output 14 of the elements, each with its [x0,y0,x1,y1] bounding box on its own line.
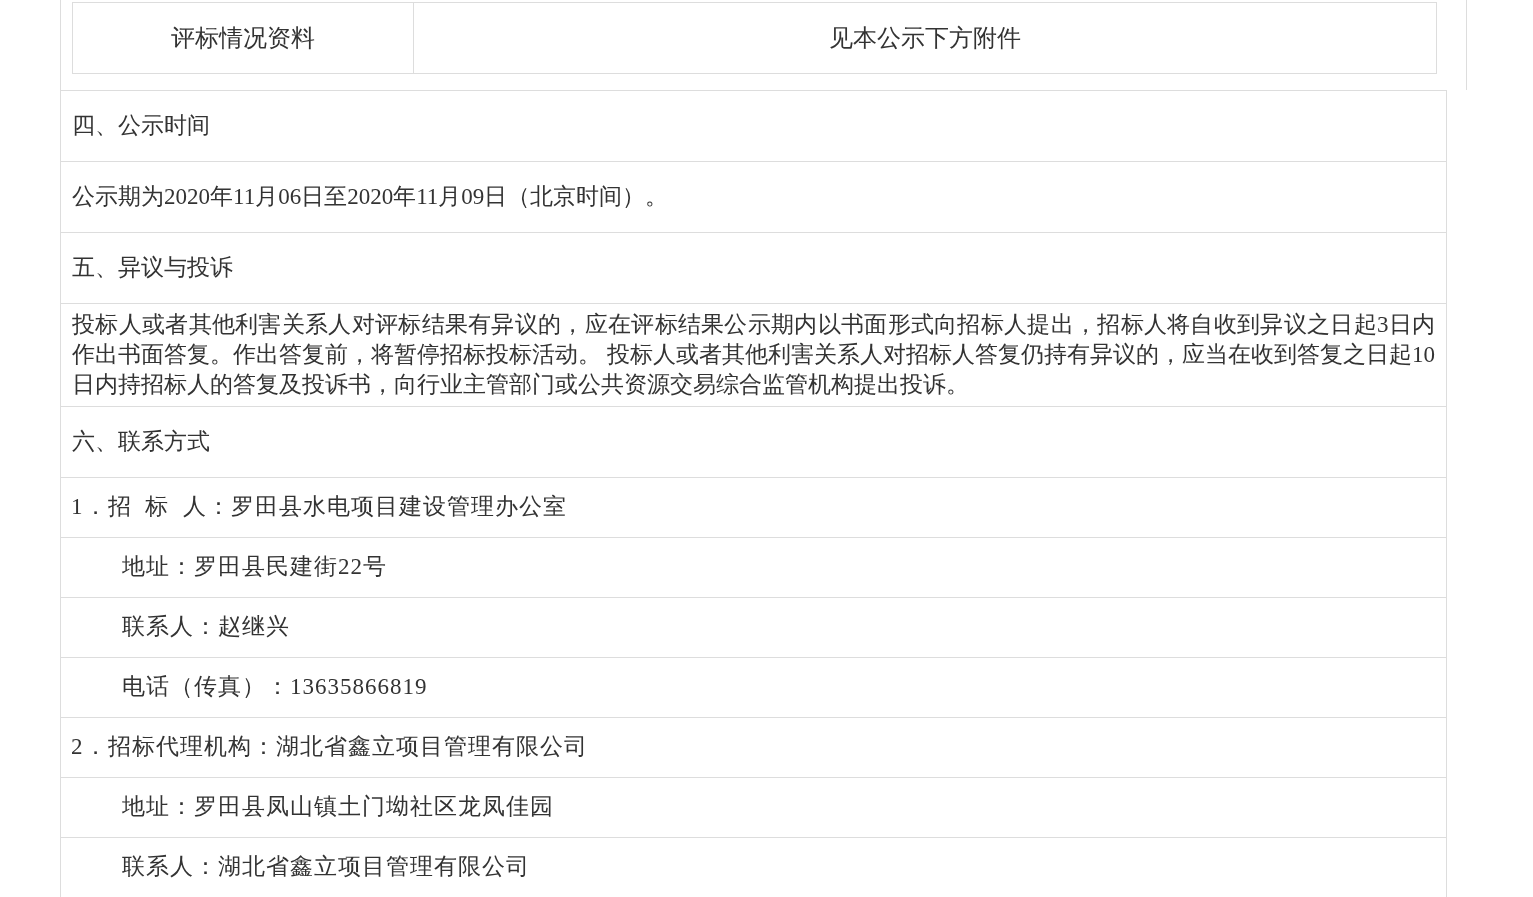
contact-line: 2．招标代理机构：湖北省鑫立项目管理有限公司 [71,733,588,762]
table-cell: 见本公示下方附件 [413,2,1437,74]
contact-line: 地址：罗田县凤山镇土门坳社区龙凤佳园 [122,793,554,822]
contact-line: 1．招 标 人：罗田县水电项目建设管理办公室 [71,493,567,522]
section-text: 四、公示时间 [72,111,210,140]
section-text: 六、联系方式 [72,427,210,456]
section-text: 五、异议与投诉 [72,253,233,282]
contact-line: 联系人：湖北省鑫立项目管理有限公司 [122,853,530,882]
contact-line: 电话（传真）：13635866819 [122,673,428,702]
contact-line: 地址：罗田县民建街22号 [122,553,387,582]
table-cell: 评标情况资料 [72,2,414,74]
notice-paragraph: 投标人或者其他利害关系人对评标结果有异议的，应在评标结果公示期内以书面形式向招标人提出，招标人将自收到异议之日起3日内作出书面答复。作出答复前，将暂停招标投标活动。 投标人或者其他利害关系人对招标人答复仍持有异议的，应当在收到答复之日起10日内持招标人的答复及投诉书，向行业主管部门或公共资源交易综合监管机构提出投诉。 [72,311,1435,399]
contact-line: 联系人：赵继兴 [122,613,290,642]
section-text: 公示期为2020年11月06日至2020年11月09日（北京时间）。 [72,182,669,211]
